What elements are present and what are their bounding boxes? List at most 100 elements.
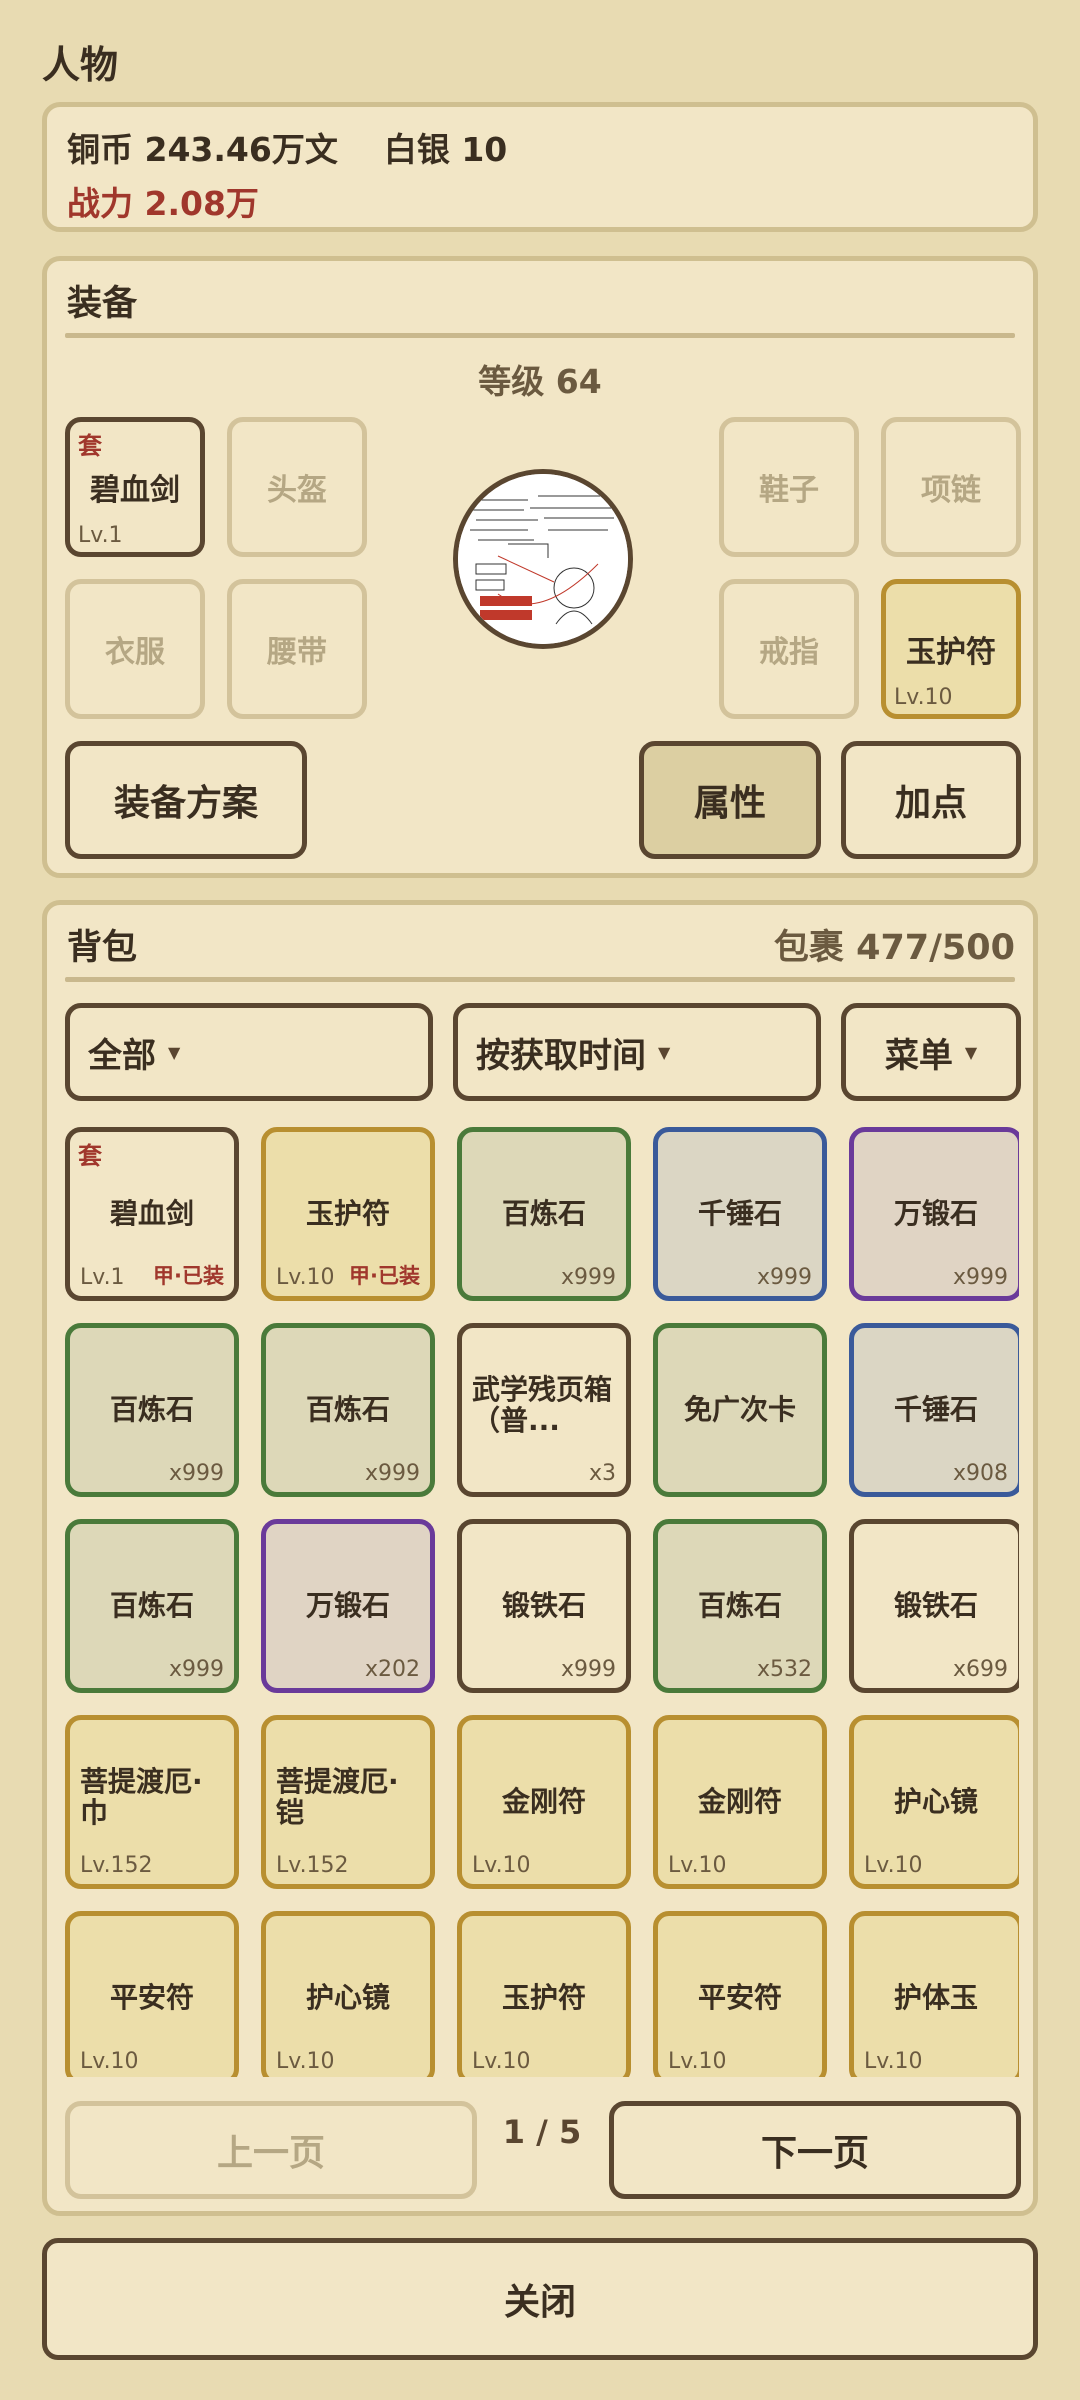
equip-slot-shoes[interactable]: 鞋子 — [719, 417, 859, 557]
equipment-preset-button[interactable]: 装备方案 — [65, 741, 307, 859]
sort-value: 按获取时间 — [476, 1035, 646, 1076]
character-avatar[interactable] — [453, 469, 633, 649]
item-level: Lv.1 — [80, 1265, 125, 1290]
attributes-button[interactable]: 属性 — [639, 741, 821, 859]
slot-label: 头盔 — [267, 473, 327, 508]
bag-item[interactable]: 百炼石 x999 — [65, 1323, 239, 1497]
bag-item[interactable]: 万锻石 x202 — [261, 1519, 435, 1693]
item-level: Lv.1 — [78, 523, 123, 548]
item-quantity: x532 — [756, 1657, 812, 1682]
equipped-badge: 甲·已装 — [153, 1264, 224, 1288]
caret-down-icon: ▼ — [964, 1042, 978, 1062]
caret-down-icon: ▼ — [658, 1042, 671, 1062]
bag-item[interactable]: 百炼石 x999 — [65, 1519, 239, 1693]
divider — [65, 977, 1015, 982]
item-level: Lv.10 — [472, 1853, 531, 1878]
item-level: Lv.152 — [80, 1853, 153, 1878]
combat-power: 战力 2.08万 — [67, 184, 259, 223]
equipment-title: 装备 — [67, 284, 138, 324]
item-quantity: x699 — [952, 1657, 1008, 1682]
menu-label: 菜单 — [884, 1035, 953, 1076]
item-level: Lv.10 — [80, 2049, 139, 2074]
bag-item[interactable]: 玉护符 Lv.10 — [457, 1911, 631, 2077]
currency-panel: 铜币 243.46万文 白银 10 战力 2.08万 — [42, 102, 1038, 232]
slot-label: 玉护符 — [906, 635, 996, 670]
menu-dropdown[interactable]: 菜单 ▼ — [841, 1003, 1021, 1101]
item-level: Lv.152 — [276, 1853, 349, 1878]
item-level: Lv.10 — [864, 2049, 923, 2074]
bag-title: 背包 — [67, 928, 138, 968]
bag-grid: 套碧血剑 Lv.1 甲·已装 玉护符 Lv.10 甲·已装 百炼石 x999 千锤石 x999 万锻… — [65, 1127, 1019, 2077]
filter-dropdown[interactable]: 全部 ▼ — [65, 1003, 433, 1101]
equipped-badge: 甲·已装 — [349, 1264, 420, 1288]
silver-coins: 白银 10 — [383, 130, 508, 169]
item-quantity: x3 — [588, 1461, 616, 1486]
slot-label: 项链 — [921, 473, 981, 508]
bag-item[interactable]: 千锤石 x999 — [653, 1127, 827, 1301]
item-level: Lv.10 — [668, 1853, 727, 1878]
sort-dropdown[interactable]: 按获取时间 ▼ — [453, 1003, 821, 1101]
bag-item[interactable]: 套碧血剑 Lv.1 甲·已装 — [65, 1127, 239, 1301]
bag-item[interactable]: 平安符 Lv.10 — [65, 1911, 239, 2077]
item-quantity: x999 — [560, 1265, 616, 1290]
bag-item[interactable]: 百炼石 x999 — [457, 1127, 631, 1301]
prev-page-button[interactable]: 上一页 — [65, 2101, 477, 2199]
bag-item[interactable]: 金刚符 Lv.10 — [653, 1715, 827, 1889]
item-quantity: x999 — [952, 1265, 1008, 1290]
bag-item[interactable]: 金刚符 Lv.10 — [457, 1715, 631, 1889]
divider — [65, 333, 1015, 338]
currency-line: 铜币 243.46万文 白银 10 — [67, 123, 507, 171]
item-level: Lv.10 — [276, 1265, 335, 1290]
equip-slot-belt[interactable]: 腰带 — [227, 579, 367, 719]
close-button[interactable]: 关闭 — [42, 2238, 1038, 2360]
set-tag: 套 — [78, 432, 102, 460]
bag-item[interactable]: 百炼石 x999 — [261, 1323, 435, 1497]
equipment-panel: 装备 等级 64 套 碧血剑 Lv.1 头盔 衣服 腰带 鞋子 项链 戒指 玉护… — [42, 256, 1038, 878]
bag-item[interactable]: 平安符 Lv.10 — [653, 1911, 827, 2077]
caret-down-icon: ▼ — [168, 1042, 181, 1062]
bag-item[interactable]: 护心镜 Lv.10 — [849, 1715, 1019, 1889]
equip-slot-ring[interactable]: 戒指 — [719, 579, 859, 719]
item-name: 免广次卡 — [683, 1392, 796, 1426]
item-quantity: x999 — [168, 1657, 224, 1682]
bag-item[interactable]: 护心镜 Lv.10 — [261, 1911, 435, 2077]
bag-item[interactable]: 锻铁石 x999 — [457, 1519, 631, 1693]
bag-item[interactable]: 千锤石 x908 — [849, 1323, 1019, 1497]
slot-label: 鞋子 — [759, 473, 819, 508]
bag-item[interactable]: 菩提渡厄·巾 Lv.152 — [65, 1715, 239, 1889]
item-quantity: x908 — [952, 1461, 1008, 1486]
copper-coins: 铜币 243.46万文 — [67, 130, 338, 169]
page-title: 人物 — [42, 43, 119, 87]
equip-slot-helmet[interactable]: 头盔 — [227, 417, 367, 557]
filter-value: 全部 — [88, 1035, 156, 1076]
item-quantity: x999 — [168, 1461, 224, 1486]
equip-slot-weapon[interactable]: 套 碧血剑 Lv.1 — [65, 417, 205, 557]
item-quantity: x999 — [560, 1657, 616, 1682]
avatar-image — [458, 474, 628, 644]
bag-item[interactable]: 护体玉 Lv.10 — [849, 1911, 1019, 2077]
bag-item[interactable]: 武学残页箱（普... x3 — [457, 1323, 631, 1497]
bag-item[interactable]: 万锻石 x999 — [849, 1127, 1019, 1301]
next-page-button[interactable]: 下一页 — [609, 2101, 1021, 2199]
slot-label: 碧血剑 — [90, 473, 180, 508]
bag-panel: 背包 包裹 477/500 全部 ▼ 按获取时间 ▼ 菜单 ▼ 套碧血剑 Lv.1… — [42, 900, 1038, 2216]
slot-label: 腰带 — [267, 635, 327, 670]
equip-slot-clothes[interactable]: 衣服 — [65, 579, 205, 719]
bag-item[interactable]: 锻铁石 x699 — [849, 1519, 1019, 1693]
page-indicator: 1 / 5 — [502, 2113, 582, 2151]
item-level: Lv.10 — [864, 1853, 923, 1878]
item-level: Lv.10 — [276, 2049, 335, 2074]
bag-item[interactable]: 免广次卡 — [653, 1323, 827, 1497]
add-points-button[interactable]: 加点 — [841, 741, 1021, 859]
item-quantity: x999 — [756, 1265, 812, 1290]
bag-item[interactable]: 菩提渡厄·铠 Lv.152 — [261, 1715, 435, 1889]
item-level: Lv.10 — [894, 685, 953, 710]
bag-capacity: 包裹 477/500 — [773, 928, 1015, 968]
item-level: Lv.10 — [668, 2049, 727, 2074]
equip-slot-amulet[interactable]: 玉护符 Lv.10 — [881, 579, 1021, 719]
bag-item[interactable]: 百炼石 x532 — [653, 1519, 827, 1693]
item-level: Lv.10 — [472, 2049, 531, 2074]
equip-slot-necklace[interactable]: 项链 — [881, 417, 1021, 557]
slot-label: 戒指 — [759, 635, 819, 670]
bag-item[interactable]: 玉护符 Lv.10 甲·已装 — [261, 1127, 435, 1301]
